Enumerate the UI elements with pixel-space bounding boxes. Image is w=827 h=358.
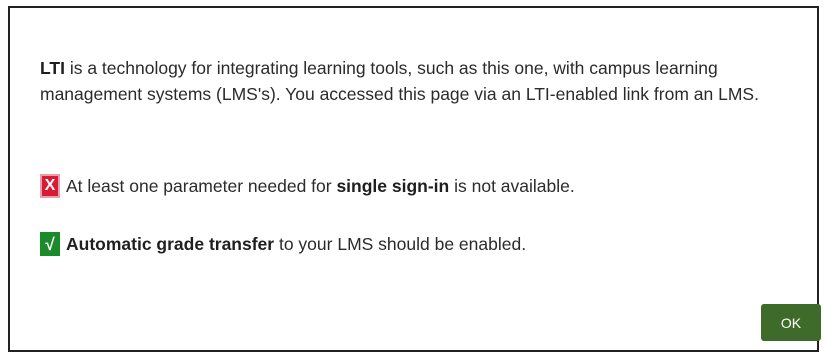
grade-transfer-text-after: to your LMS should be enabled. [274,233,527,254]
single-sign-in-term: single sign-in [336,175,450,196]
lti-description: LTI is a technology for integrating lear… [40,55,800,107]
grade-transfer-term: Automatic grade transfer [66,233,275,254]
single-sign-in-text-after: is not available. [449,175,575,196]
single-sign-in-status: X At least one parameter needed for sing… [40,174,575,198]
ok-button[interactable]: OK [761,304,821,341]
single-sign-in-text-before: At least one parameter needed for [66,175,337,196]
lti-info-dialog: LTI is a technology for integrating lear… [8,6,821,352]
check-mark-icon: √ [40,232,60,256]
grade-transfer-status: √ Automatic grade transfer to your LMS s… [40,232,526,256]
lti-description-text: is a technology for integrating learning… [40,58,759,104]
x-mark-icon: X [40,174,60,198]
lti-term: LTI [40,58,65,78]
